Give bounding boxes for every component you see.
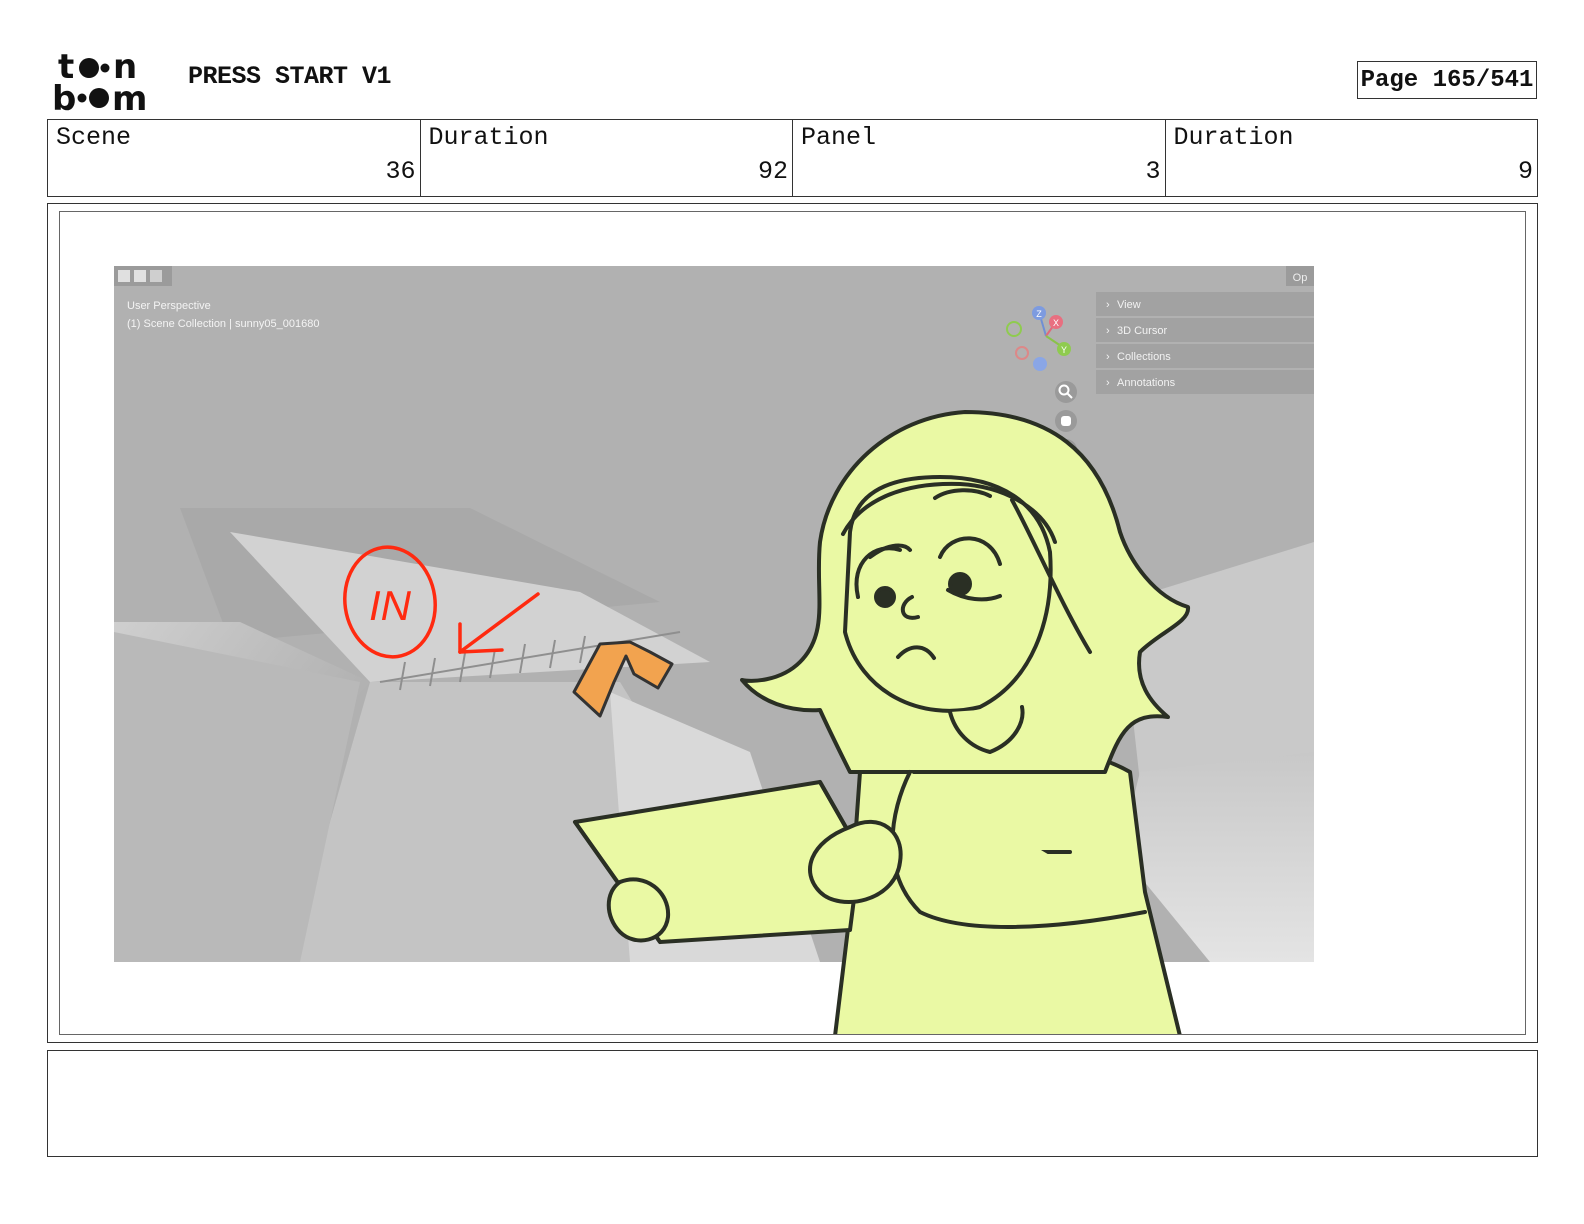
panel-cell: Panel 3 [792, 120, 1165, 196]
scene-duration-value: 92 [757, 157, 788, 186]
toon-boom-logo: t n b m [52, 50, 147, 112]
notes-box [47, 1050, 1538, 1157]
viewport-corner-button[interactable]: Op [1293, 272, 1308, 284]
chevron-right-icon: › [1106, 325, 1110, 337]
scene-info-table: Scene 36 Duration 92 Panel 3 Duration 9 [47, 119, 1538, 197]
sidebar-item-3d-cursor[interactable]: 3D Cursor [1117, 325, 1167, 337]
scene-duration-label: Duration [428, 123, 549, 152]
gizmo-axis-x: X [1053, 318, 1059, 328]
gizmo-axis-y: Y [1061, 345, 1067, 355]
pan-hand-icon[interactable] [1055, 410, 1077, 432]
gizmo-axis-z: Z [1036, 309, 1042, 319]
perspective-label: User Perspective [127, 300, 211, 312]
panel-value: 3 [1145, 157, 1161, 186]
panel-duration-cell: Duration 9 [1164, 120, 1538, 196]
panel-image-area: Op User Perspective (1) Scene Collection… [59, 211, 1526, 1035]
in-mark-text: IN [369, 582, 412, 629]
storyboard-drawing: Op User Perspective (1) Scene Collection… [114, 266, 1314, 1034]
page-number: Page 165/541 [1357, 61, 1537, 99]
svg-text:m: m [112, 79, 147, 112]
zoom-icon[interactable] [1055, 381, 1077, 403]
sidebar-item-collections[interactable]: Collections [1117, 351, 1171, 363]
svg-text:b: b [52, 79, 76, 112]
collection-label: (1) Scene Collection | sunny05_001680 [127, 318, 319, 330]
scene-duration-cell: Duration 92 [419, 120, 793, 196]
sidebar-item-view[interactable]: View [1117, 299, 1141, 311]
chevron-right-icon: › [1106, 351, 1110, 363]
panel-duration-label: Duration [1173, 123, 1294, 152]
panel-label: Panel [801, 123, 877, 152]
scene-value: 36 [385, 157, 416, 186]
chevron-right-icon: › [1106, 377, 1110, 389]
sidebar-item-annotations[interactable]: Annotations [1117, 377, 1176, 389]
scene-label: Scene [56, 123, 132, 152]
panel-duration-value: 9 [1517, 157, 1533, 186]
chevron-right-icon: › [1106, 299, 1110, 311]
project-title: PRESS START V1 [188, 62, 392, 91]
scene-cell: Scene 36 [48, 120, 420, 196]
